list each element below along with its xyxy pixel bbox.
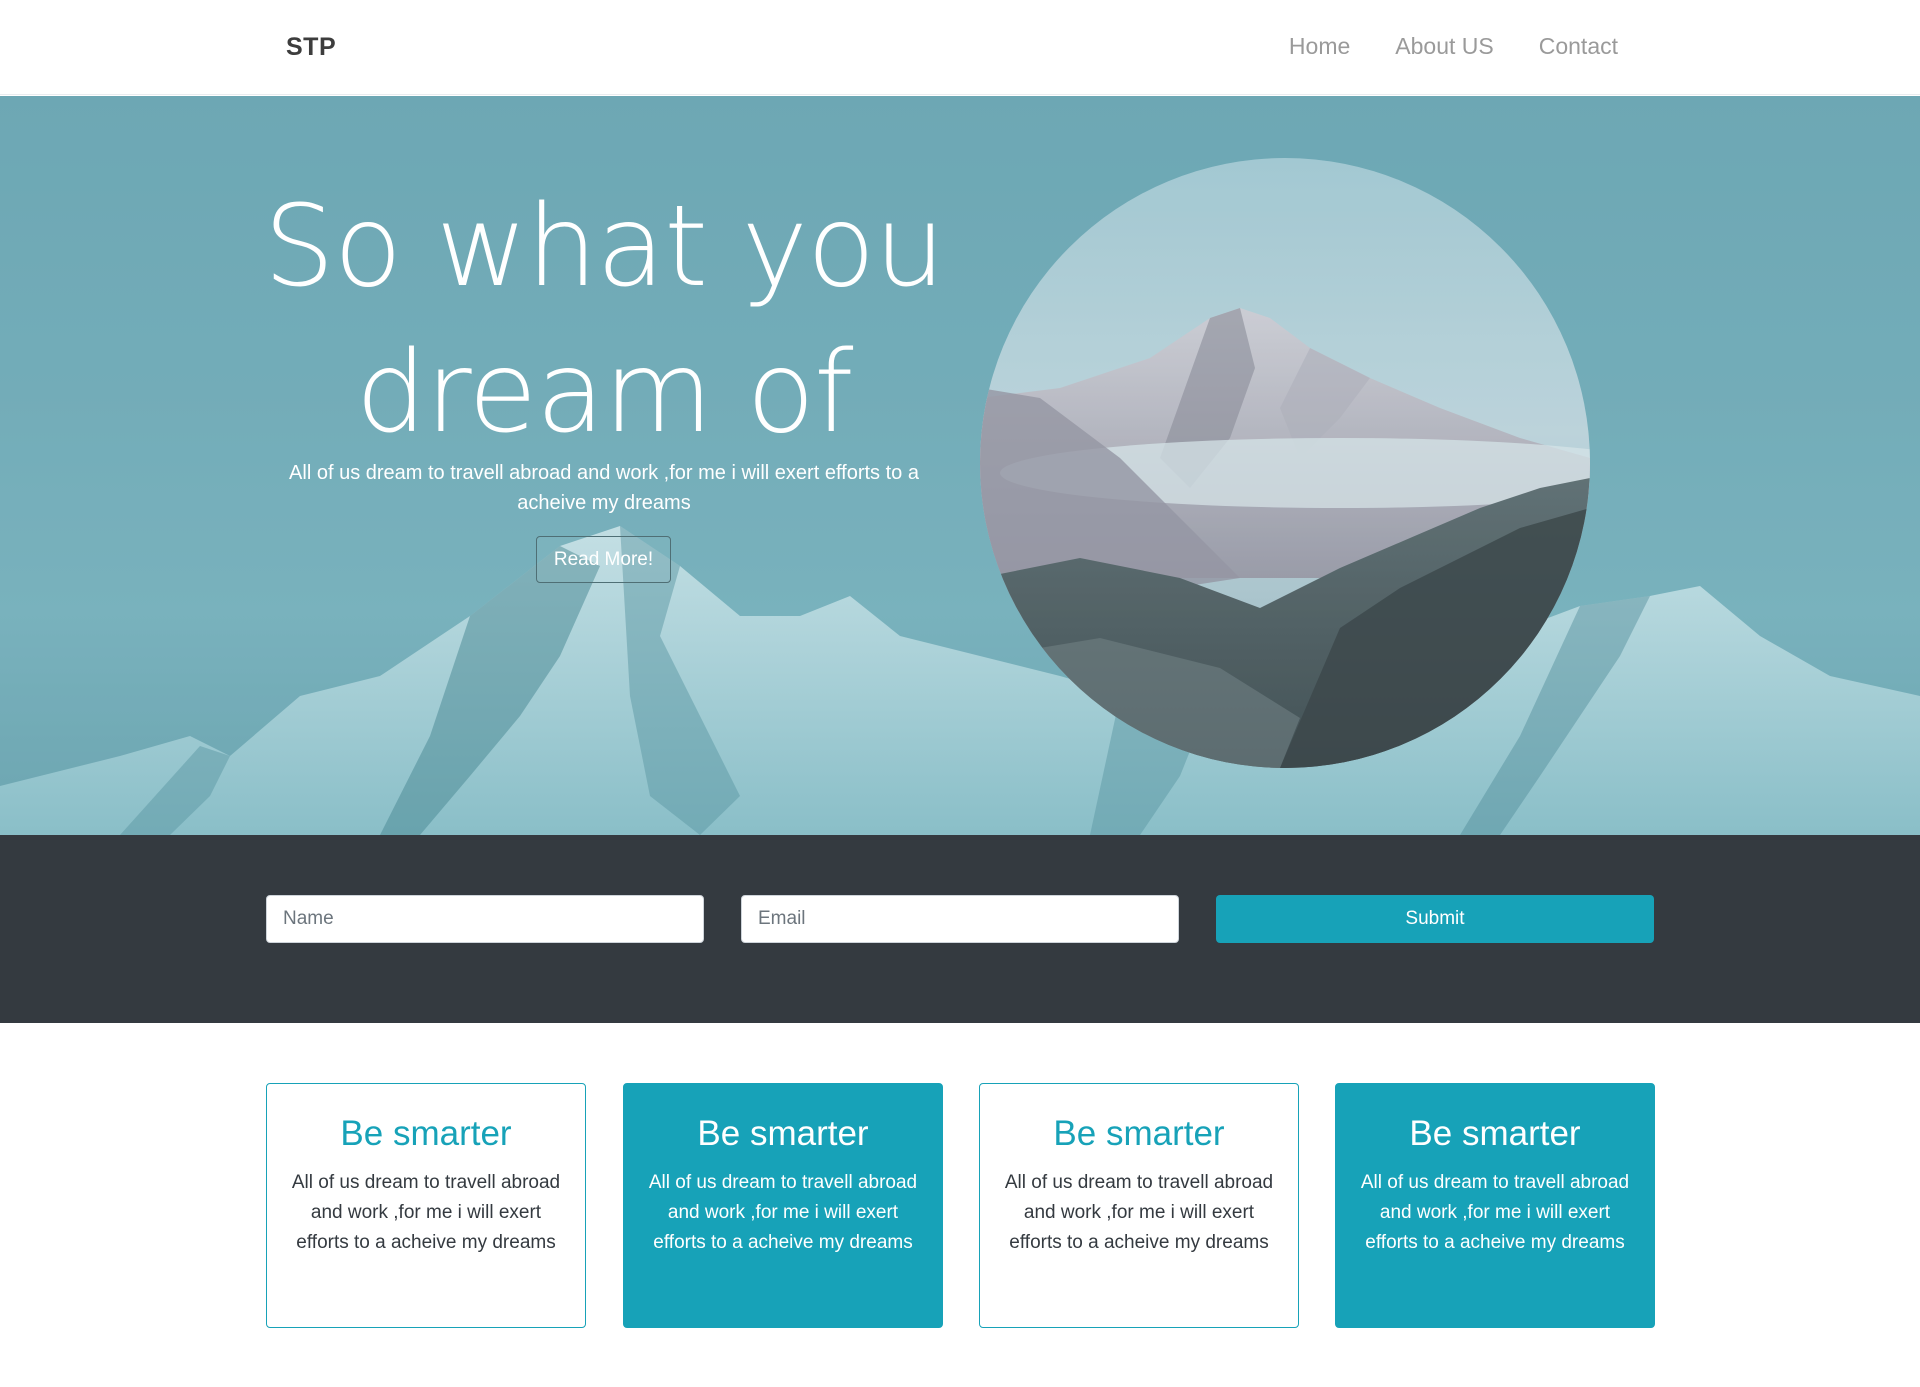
feature-card: Be smarter All of us dream to travell ab… [1335,1083,1655,1328]
submit-button[interactable]: Submit [1216,895,1654,943]
name-input[interactable] [266,895,704,943]
nav-link-about-us[interactable]: About US [1395,33,1493,60]
feature-cards: Be smarter All of us dream to travell ab… [266,1083,1655,1328]
feature-card-title: Be smarter [697,1114,869,1153]
feature-card-text: All of us dream to travell abroad and wo… [1360,1172,1630,1253]
read-more-button[interactable]: Read More! [536,536,671,583]
brand-logo-link[interactable]: STP [286,33,336,62]
hero-title-line-1: So what you [263,182,946,312]
nav-links: Home About US Contact [1289,33,1618,60]
feature-card: Be smarter All of us dream to travell ab… [979,1083,1299,1328]
feature-card-title: Be smarter [1409,1114,1581,1153]
hero-mountain-circle-image [980,158,1590,768]
top-navbar: STP Home About US Contact [0,0,1920,95]
signup-form-section: Submit [0,835,1920,1023]
nav-link-home[interactable]: Home [1289,33,1350,60]
hero-title-line-2: dream of [355,328,854,458]
feature-card-text: All of us dream to travell abroad and wo… [648,1172,918,1253]
hero-title: So what you dream of [220,174,988,466]
feature-card-text: All of us dream to travell abroad and wo… [1004,1172,1274,1253]
feature-card-text: All of us dream to travell abroad and wo… [291,1172,561,1253]
hero-section: So what you dream of All of us dream to … [0,96,1920,835]
email-input[interactable] [741,895,1179,943]
feature-card-title: Be smarter [1053,1114,1225,1153]
nav-link-contact[interactable]: Contact [1539,33,1618,60]
hero-subtitle: All of us dream to travell abroad and wo… [289,462,919,514]
feature-card: Be smarter All of us dream to travell ab… [266,1083,586,1328]
feature-card-title: Be smarter [340,1114,512,1153]
feature-card: Be smarter All of us dream to travell ab… [623,1083,943,1328]
